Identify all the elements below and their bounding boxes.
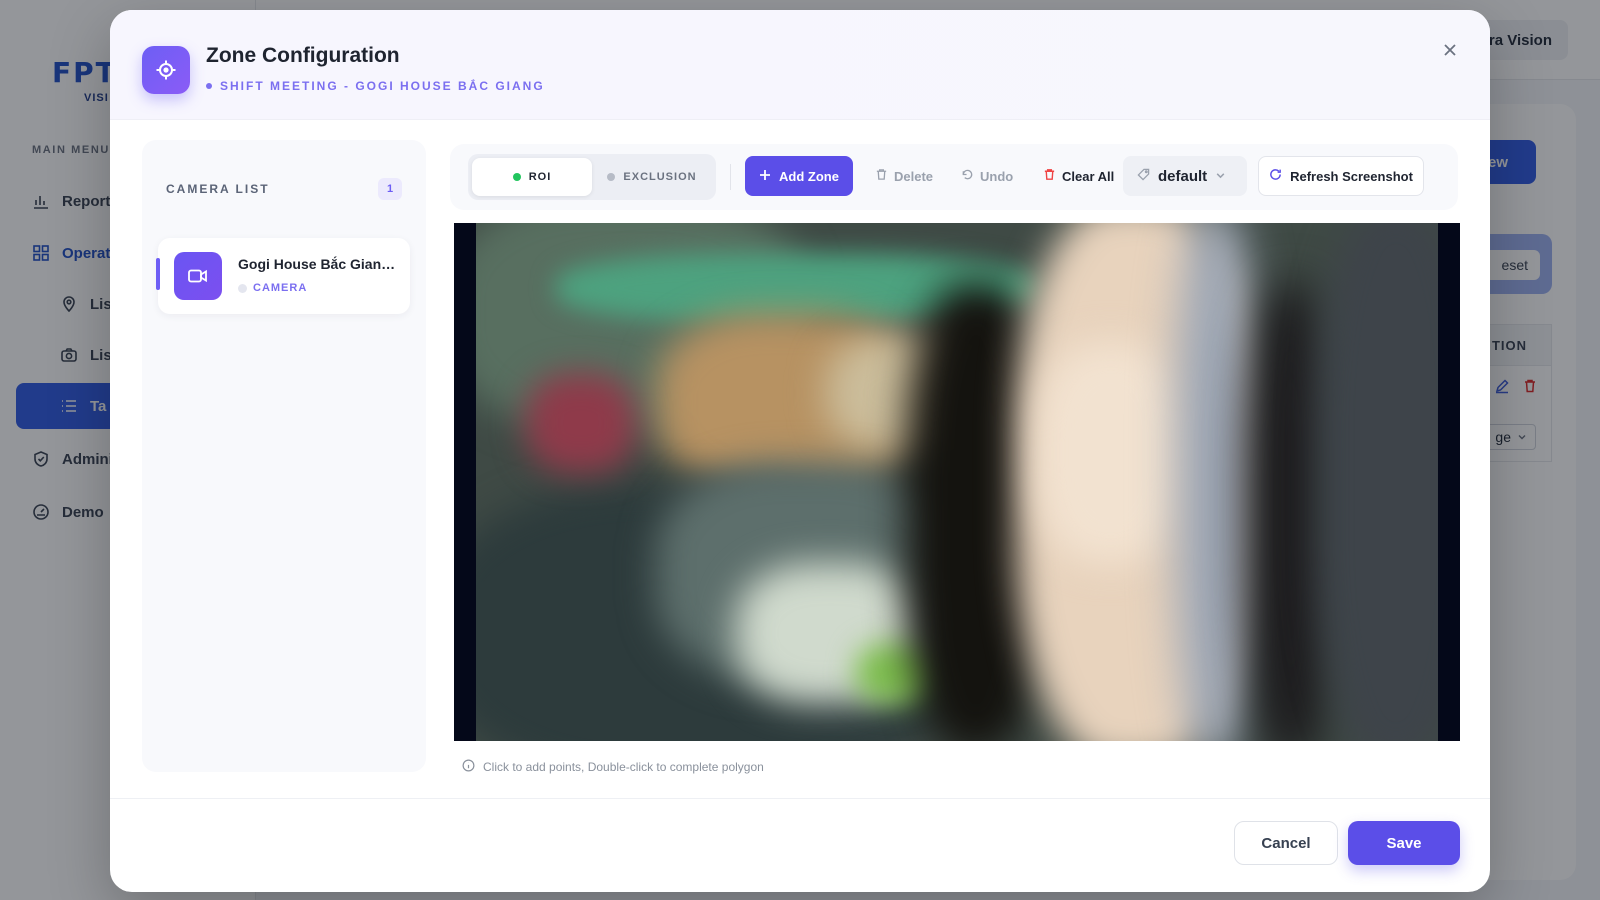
zone-drawing-canvas[interactable] bbox=[454, 223, 1460, 741]
mode-exclusion-label: EXCLUSION bbox=[623, 171, 697, 183]
camera-screenshot bbox=[476, 223, 1438, 741]
refresh-icon bbox=[1269, 168, 1282, 184]
delete-button[interactable]: Delete bbox=[875, 156, 933, 196]
camera-list-header: CAMERA LIST 1 bbox=[166, 178, 402, 200]
modal-subtitle: SHIFT MEETING - GOGI HOUSE BẮC GIANG bbox=[206, 79, 545, 93]
info-icon bbox=[462, 759, 475, 775]
modal-footer: Cancel Save bbox=[110, 798, 1490, 892]
canvas-hint: Click to add points, Double-click to com… bbox=[462, 759, 764, 775]
mode-exclusion-tab[interactable]: EXCLUSION bbox=[592, 158, 712, 196]
modal-subtitle-text: SHIFT MEETING - GOGI HOUSE BẮC GIANG bbox=[220, 79, 545, 93]
mode-roi-label: ROI bbox=[528, 171, 552, 183]
refresh-screenshot-button[interactable]: Refresh Screenshot bbox=[1258, 156, 1424, 196]
add-zone-label: Add Zone bbox=[779, 168, 839, 184]
trash-red-icon bbox=[1043, 168, 1056, 184]
camera-count-badge: 1 bbox=[378, 178, 402, 200]
roi-dot bbox=[512, 173, 521, 181]
plus-icon bbox=[759, 169, 771, 184]
exclusion-dot bbox=[607, 173, 616, 181]
clear-all-label: Clear All bbox=[1062, 168, 1115, 184]
zone-toolbar: ROI EXCLUSION Add Zone Delete Undo Clear… bbox=[450, 144, 1458, 210]
status-dot bbox=[238, 283, 247, 293]
zone-configuration-modal: Zone Configuration SHIFT MEETING - GOGI … bbox=[110, 10, 1490, 892]
subtitle-dot bbox=[206, 83, 212, 89]
zone-name-select[interactable]: default bbox=[1123, 156, 1247, 196]
modal-title: Zone Configuration bbox=[206, 44, 400, 67]
trash-icon bbox=[875, 168, 888, 184]
toolbar-divider bbox=[730, 164, 731, 190]
undo-label: Undo bbox=[980, 168, 1014, 184]
zone-mode-toggle: ROI EXCLUSION bbox=[468, 154, 716, 200]
camera-list-title: CAMERA LIST bbox=[166, 182, 270, 196]
add-zone-button[interactable]: Add Zone bbox=[745, 156, 853, 196]
undo-button[interactable]: Undo bbox=[961, 156, 1013, 196]
close-button[interactable] bbox=[1436, 38, 1464, 66]
camera-type-label: CAMERA bbox=[253, 282, 308, 294]
save-button[interactable]: Save bbox=[1348, 821, 1460, 865]
close-icon bbox=[1442, 42, 1458, 63]
clear-all-button[interactable]: Clear All bbox=[1043, 156, 1114, 196]
delete-label: Delete bbox=[894, 168, 934, 184]
chevron-down-icon bbox=[1215, 168, 1226, 185]
tag-icon bbox=[1137, 168, 1150, 185]
refresh-label: Refresh Screenshot bbox=[1290, 168, 1413, 184]
camera-list-item[interactable]: Gogi House Bắc Giang... CAMERA bbox=[156, 238, 410, 314]
undo-icon bbox=[961, 168, 974, 184]
canvas-hint-text: Click to add points, Double-click to com… bbox=[483, 760, 764, 774]
cancel-button[interactable]: Cancel bbox=[1234, 821, 1338, 865]
camera-name: Gogi House Bắc Giang... bbox=[238, 256, 398, 272]
active-indicator bbox=[156, 258, 160, 290]
modal-header: Zone Configuration SHIFT MEETING - GOGI … bbox=[110, 10, 1490, 120]
camera-list-panel: CAMERA LIST 1 Gogi House Bắc Giang... CA… bbox=[142, 140, 426, 772]
video-camera-icon bbox=[174, 252, 222, 300]
mode-roi-tab[interactable]: ROI bbox=[472, 158, 592, 196]
zone-select-value: default bbox=[1158, 167, 1208, 185]
crosshair-icon bbox=[142, 46, 190, 94]
camera-type: CAMERA bbox=[238, 282, 307, 294]
